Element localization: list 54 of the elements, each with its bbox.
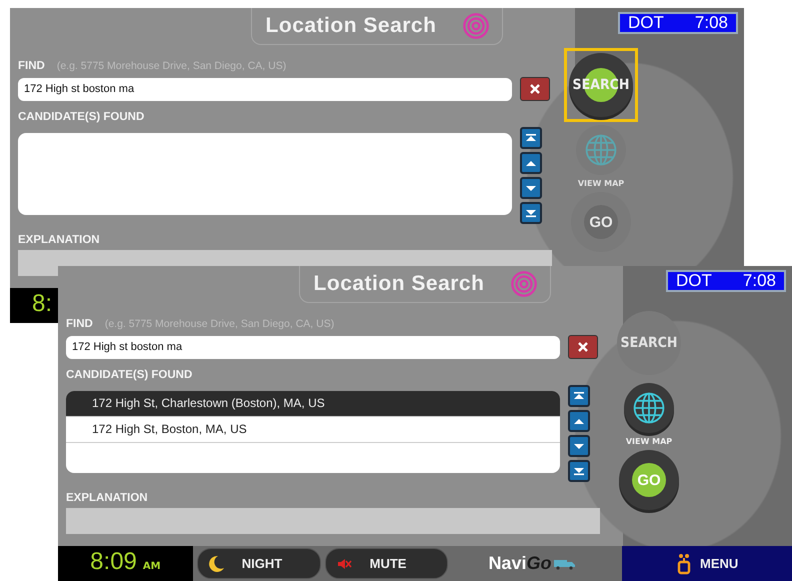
find-input[interactable]: 172 High st boston ma bbox=[18, 78, 512, 100]
globe-icon bbox=[631, 390, 667, 426]
status-time: 7:08 bbox=[742, 271, 776, 291]
scroll-bottom-button[interactable] bbox=[520, 202, 542, 224]
candidates-label: CANDIDATE(S) FOUND bbox=[66, 369, 194, 381]
scroll-down-button[interactable] bbox=[568, 435, 590, 457]
arrow-up-icon bbox=[572, 416, 586, 426]
clock-time: 8:09 bbox=[90, 548, 137, 576]
close-icon bbox=[577, 341, 589, 353]
close-icon bbox=[529, 83, 541, 95]
truck-icon bbox=[553, 558, 578, 570]
view-map-button[interactable] bbox=[624, 383, 674, 433]
find-input[interactable]: 172 High st boston ma bbox=[66, 336, 560, 358]
scroll-up-button[interactable] bbox=[520, 152, 542, 174]
candidate-item[interactable]: 172 High St, Boston, MA, US bbox=[66, 417, 560, 443]
status-label: DOT bbox=[676, 271, 712, 291]
mute-button[interactable]: MUTE bbox=[324, 548, 448, 579]
clock-meridiem: AM bbox=[142, 561, 161, 572]
arrow-down-icon bbox=[524, 183, 538, 193]
clock-time: 8: bbox=[32, 290, 52, 318]
arrow-down-icon bbox=[572, 441, 586, 451]
scroll-top-button[interactable] bbox=[568, 385, 590, 407]
explanation-label: EXPLANATION bbox=[18, 234, 101, 246]
logo-text: Navi bbox=[488, 553, 526, 574]
logo-text-accent: Go bbox=[526, 553, 552, 574]
clear-button[interactable] bbox=[568, 335, 598, 359]
scroll-top-button[interactable] bbox=[520, 127, 542, 149]
scroll-down-button[interactable] bbox=[520, 177, 542, 199]
target-icon bbox=[510, 270, 538, 298]
arrow-up-icon bbox=[524, 158, 538, 168]
candidates-label: CANDIDATE(S) FOUND bbox=[18, 111, 146, 123]
globe-icon bbox=[583, 132, 619, 168]
night-button[interactable]: NIGHT bbox=[196, 548, 321, 579]
go-button[interactable]: GO bbox=[571, 192, 631, 252]
down-to-end-icon bbox=[572, 466, 586, 476]
up-to-end-icon bbox=[572, 391, 586, 401]
scroll-bottom-button[interactable] bbox=[568, 460, 590, 482]
view-map-label: VIEW MAP bbox=[578, 179, 624, 188]
find-label: FIND bbox=[66, 318, 93, 330]
status-label: DOT bbox=[628, 13, 664, 33]
scroll-up-button[interactable] bbox=[568, 410, 590, 432]
down-to-end-icon bbox=[524, 208, 538, 218]
target-icon bbox=[462, 12, 490, 40]
clear-button[interactable] bbox=[520, 77, 550, 101]
menu-figure-icon bbox=[676, 552, 692, 574]
menu-button[interactable]: MENU bbox=[622, 546, 792, 581]
screen-title: Location Search bbox=[266, 14, 436, 38]
candidate-item[interactable]: 172 High St, Charlestown (Boston), MA, US bbox=[66, 391, 560, 417]
up-to-end-icon bbox=[524, 133, 538, 143]
explanation-label: EXPLANATION bbox=[66, 492, 149, 504]
screen-title: Location Search bbox=[314, 272, 484, 296]
view-map-label: VIEW MAP bbox=[626, 437, 672, 446]
find-label: FIND bbox=[18, 60, 45, 72]
status-time: 7:08 bbox=[694, 13, 728, 33]
